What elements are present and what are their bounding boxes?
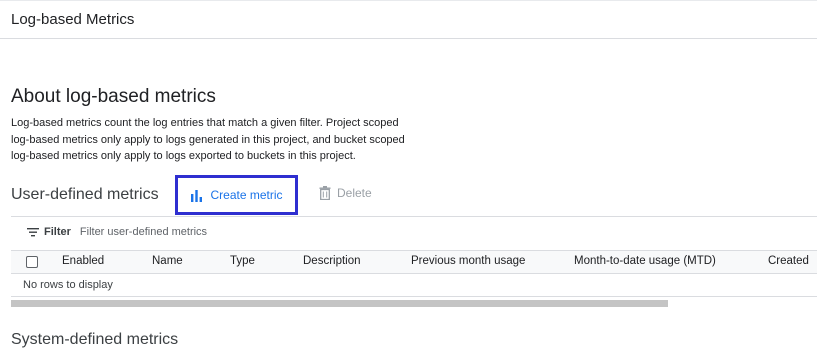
about-heading: About log-based metrics bbox=[11, 86, 216, 107]
user-defined-metrics-title: User-defined metrics bbox=[11, 186, 159, 203]
column-type[interactable]: Type bbox=[230, 255, 255, 267]
bar-chart-icon bbox=[191, 189, 203, 202]
about-line-3: log-based metrics only apply to logs exp… bbox=[11, 150, 356, 162]
column-description[interactable]: Description bbox=[303, 255, 361, 267]
column-mtd-usage[interactable]: Month-to-date usage (MTD) bbox=[574, 255, 716, 267]
filter-list-icon bbox=[27, 228, 39, 237]
column-created[interactable]: Created bbox=[768, 255, 809, 267]
empty-table-row bbox=[11, 274, 817, 297]
filter-label: Filter bbox=[44, 226, 71, 238]
column-name[interactable]: Name bbox=[152, 255, 183, 267]
delete-label: Delete bbox=[337, 186, 372, 200]
column-previous-month-usage[interactable]: Previous month usage bbox=[411, 255, 525, 267]
delete-button[interactable]: Delete bbox=[319, 186, 372, 200]
about-line-2: log-based metrics only apply to logs gen… bbox=[11, 133, 405, 146]
about-line-1: Log-based metrics count the log entries … bbox=[11, 117, 399, 129]
horizontal-scrollbar[interactable] bbox=[11, 300, 668, 307]
create-metric-label: Create metric bbox=[210, 188, 283, 202]
about-description: Log-based metrics count the log entries … bbox=[11, 115, 431, 165]
empty-table-message: No rows to display bbox=[23, 279, 113, 291]
trash-icon bbox=[319, 186, 331, 200]
page-title: Log-based Metrics bbox=[11, 11, 135, 28]
column-enabled[interactable]: Enabled bbox=[62, 255, 104, 267]
section-divider bbox=[11, 216, 817, 217]
create-metric-button[interactable]: Create metric bbox=[175, 175, 298, 215]
filter-bar[interactable]: Filter Filter user-defined metrics bbox=[27, 226, 207, 238]
select-all-checkbox[interactable] bbox=[26, 256, 38, 268]
system-defined-metrics-title: System-defined metrics bbox=[11, 331, 179, 348]
filter-input[interactable]: Filter user-defined metrics bbox=[80, 226, 207, 238]
